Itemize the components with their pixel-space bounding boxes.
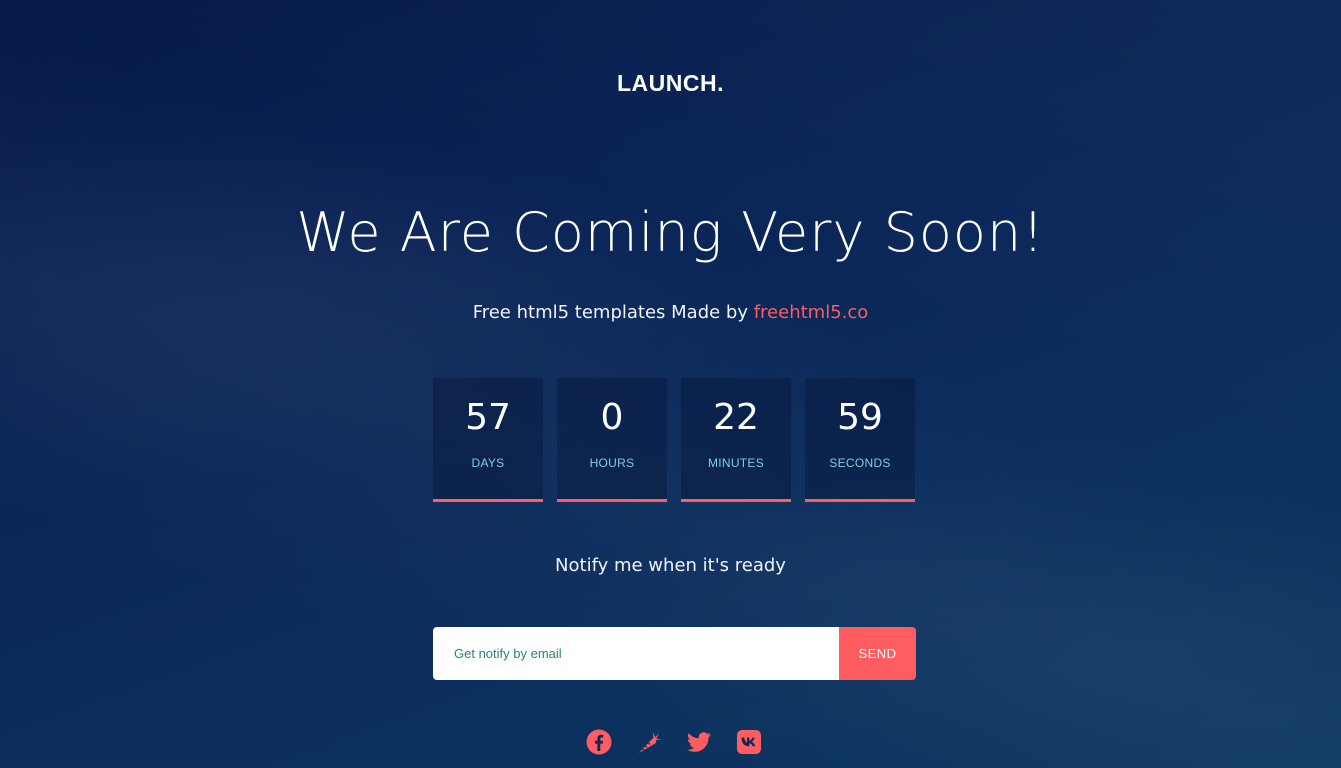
- page-headline: We Are Coming Very Soon!: [296, 201, 1045, 264]
- countdown-minutes-value: 22: [713, 397, 759, 438]
- vk-icon: [737, 730, 761, 754]
- notify-title: Notify me when it's ready: [555, 555, 786, 576]
- carrot-link[interactable]: [636, 729, 662, 755]
- countdown-minutes-label: MINUTES: [707, 456, 765, 470]
- email-input[interactable]: [433, 627, 839, 680]
- facebook-link[interactable]: [586, 729, 612, 755]
- notify-form: SEND: [433, 627, 916, 680]
- countdown-timer: 57 DAYS 0 HOURS 22 MINUTES 59 SECONDS: [433, 378, 917, 502]
- freehtml5-link[interactable]: freehtml5.co: [754, 302, 869, 323]
- countdown-hours: 0 HOURS: [557, 378, 667, 502]
- countdown-seconds: 59 SECONDS: [805, 378, 915, 502]
- countdown-seconds-value: 59: [837, 397, 883, 438]
- carrot-icon: [639, 732, 661, 753]
- countdown-days-value: 57: [465, 397, 511, 438]
- subheading: Free html5 templates Made by freehtml5.c…: [0, 302, 1341, 323]
- countdown-hours-value: 0: [600, 397, 624, 438]
- facebook-icon: [586, 729, 612, 755]
- subheading-text: Free html5 templates Made by: [472, 302, 754, 323]
- countdown-days-label: DAYS: [471, 456, 505, 470]
- logo-link[interactable]: LAUNCH.: [0, 70, 1341, 97]
- social-links: [586, 729, 762, 755]
- twitter-icon: [687, 732, 711, 752]
- countdown-days: 57 DAYS: [433, 378, 543, 502]
- twitter-link[interactable]: [686, 729, 712, 755]
- countdown-seconds-label: SECONDS: [829, 456, 891, 470]
- countdown-minutes: 22 MINUTES: [681, 378, 791, 502]
- vk-link[interactable]: [736, 729, 762, 755]
- send-button[interactable]: SEND: [839, 627, 916, 680]
- countdown-hours-label: HOURS: [589, 456, 635, 470]
